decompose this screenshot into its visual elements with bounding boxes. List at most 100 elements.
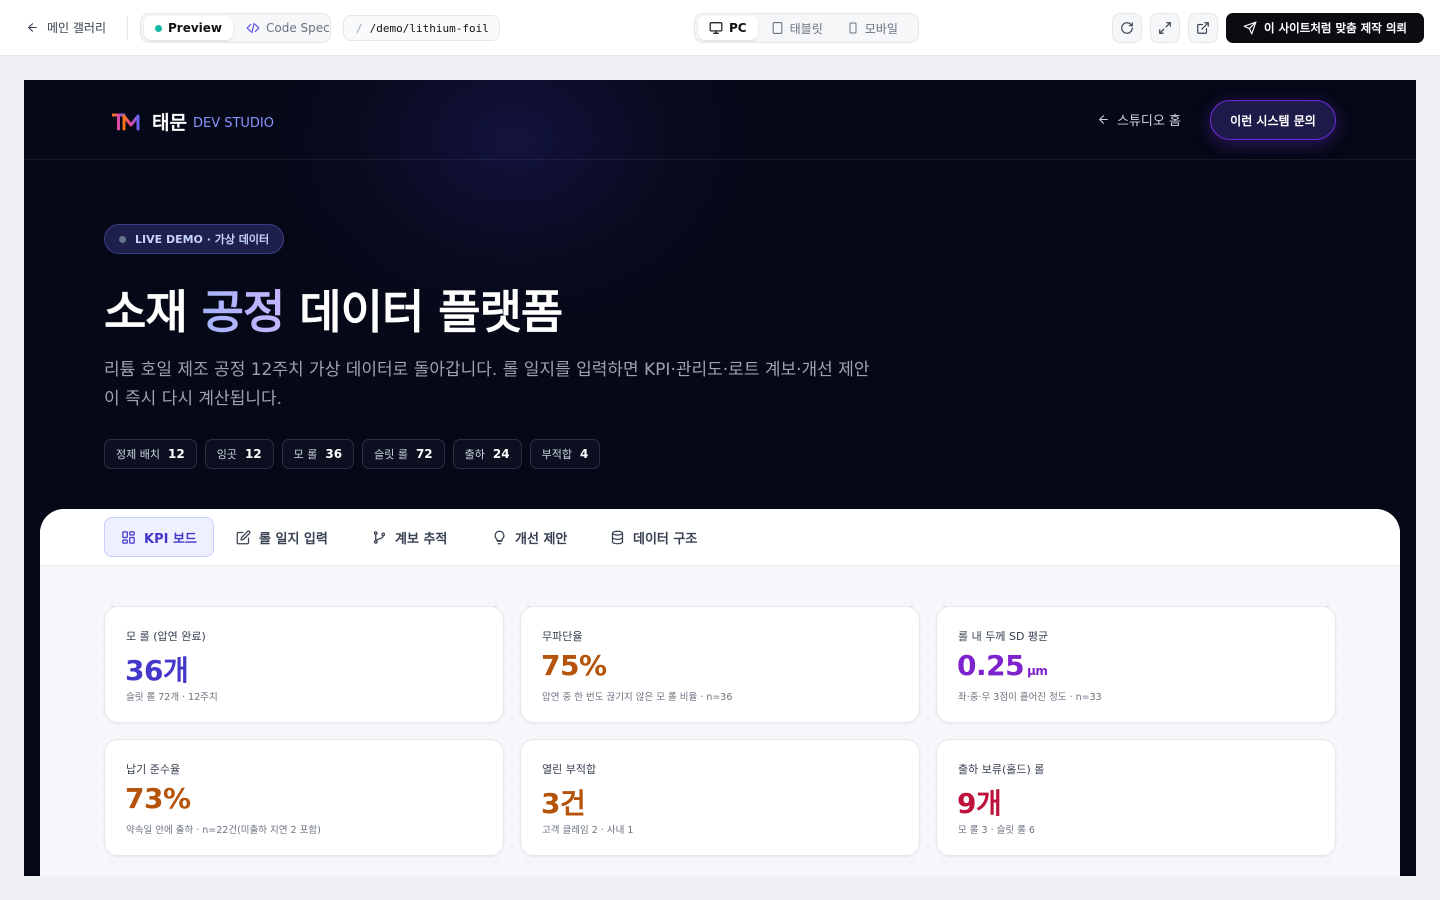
live-dot-icon: [155, 24, 162, 32]
stat-label: 부적합: [541, 448, 572, 461]
external-link-icon: [1197, 22, 1209, 34]
site-logo[interactable]: 태문 DEV STUDIO: [112, 108, 274, 135]
dashboard-tabs: KPI 보드 롤 일지 입력 계보 추적 개선 제안 데이터 구조: [40, 509, 1400, 566]
stat-value: 72: [415, 447, 433, 461]
back-to-gallery-link[interactable]: 메인 갤러리: [26, 19, 106, 36]
kpi-value: 9개: [957, 782, 1004, 822]
hero-title-part2: 데이터 플랫폼: [284, 285, 563, 339]
kpi-caption: 약속일 안에 출하 · n=22건(미출하 지연 2 포함): [126, 825, 321, 836]
stat-value: 4: [579, 447, 589, 461]
stat-chip: 출하 24: [452, 439, 522, 469]
inquiry-button[interactable]: 이런 시스템 문의: [1210, 100, 1336, 140]
custom-build-request-button[interactable]: 이 사이트처럼 맞춤 제작 의뢰: [1226, 13, 1424, 43]
url-path-display: / /demo/lithium-foil: [343, 15, 500, 41]
branch-icon: [373, 530, 386, 544]
monitor-icon: [709, 22, 723, 34]
open-new-tab-button[interactable]: [1188, 13, 1218, 43]
stat-chip: 부적합 4: [529, 439, 601, 469]
studio-home-link[interactable]: 스튜디오 홈: [1097, 110, 1181, 129]
tab-roll-log[interactable]: 롤 일지 입력: [220, 517, 344, 557]
tab-preview[interactable]: Preview: [144, 16, 234, 40]
logo-mark-icon: [112, 113, 140, 130]
stat-label: 출하: [464, 448, 485, 461]
tab-improvements[interactable]: 개선 제안: [476, 517, 583, 557]
tab-preview-label: Preview: [168, 21, 223, 35]
tablet-icon: [772, 22, 782, 34]
device-pc-label: PC: [729, 21, 747, 35]
live-demo-label: LIVE DEMO · 가상 데이터: [135, 233, 270, 246]
site-preview-frame: 태문 DEV STUDIO 스튜디오 홈 이런 시스템 문의 LIVE DEMO…: [24, 80, 1416, 876]
kpi-caption: 고객 클레임 2 · 사내 1: [542, 825, 634, 836]
stat-value: 12: [167, 447, 185, 461]
kpi-value-number: 73%: [125, 782, 191, 815]
kpi-label: 무파단율: [542, 630, 583, 643]
arrow-left-icon: [1099, 115, 1108, 124]
stat-label: 슬릿 롤: [374, 448, 408, 461]
kpi-value: 73%: [125, 782, 194, 815]
kpi-value: 3건: [541, 782, 588, 822]
arrow-left-icon: [28, 23, 37, 32]
kpi-value-number: 36개: [125, 654, 189, 687]
expand-icon: [1159, 22, 1171, 34]
code-icon: [246, 22, 260, 34]
stat-chip: 정제 배치 12: [104, 439, 197, 469]
tab-code-spec[interactable]: Code Spec: [235, 16, 341, 40]
smartphone-icon: [849, 22, 857, 34]
reload-button[interactable]: [1112, 13, 1142, 43]
kpi-card: 열린 부적합 3건 고객 클레임 2 · 사내 1: [520, 739, 920, 856]
kpi-caption: 압연 중 한 번도 끊기지 않은 모 롤 비율 · n=36: [542, 692, 733, 703]
url-path: /demo/lithium-foil: [369, 21, 489, 35]
stat-value: 24: [492, 447, 510, 461]
kpi-unit: μm: [1027, 664, 1048, 678]
database-icon: [611, 530, 624, 544]
hero-title-part1: 소재: [104, 285, 202, 339]
slash-icon: /: [356, 21, 363, 35]
kpi-caption: 좌·중·우 3점이 흩어진 정도 · n=33: [958, 692, 1102, 703]
kpi-label: 출하 보류(홀드) 롤: [958, 763, 1045, 776]
tab-code-spec-label: Code Spec: [266, 21, 330, 35]
kpi-value: 36개: [125, 649, 191, 689]
stat-label: 잉곳: [216, 448, 237, 461]
toolbar-divider: [127, 16, 128, 40]
stat-label: 모 롤: [293, 448, 318, 461]
device-tablet[interactable]: 태블릿: [760, 16, 834, 40]
device-pc[interactable]: PC: [698, 16, 758, 40]
kpi-card: 무파단율 75% 압연 중 한 번도 끊기지 않은 모 롤 비율 · n=36: [520, 606, 920, 723]
fullscreen-button[interactable]: [1150, 13, 1180, 43]
kpi-value-number: 9개: [957, 787, 1002, 820]
tab-kpi-board[interactable]: KPI 보드: [104, 517, 214, 557]
tab-data-structure-label: 데이터 구조: [633, 531, 698, 547]
device-mobile[interactable]: 모바일: [836, 16, 909, 40]
brand-subtitle: DEV STUDIO: [192, 115, 275, 131]
kpi-value-number: 0.25: [957, 649, 1025, 682]
tab-lineage[interactable]: 계보 추적: [356, 517, 463, 557]
inquiry-label: 이런 시스템 문의: [1230, 113, 1316, 128]
kpi-label: 열린 부적합: [542, 763, 597, 776]
dashboard-panel: KPI 보드 롤 일지 입력 계보 추적 개선 제안 데이터 구조 모 롤 (압…: [40, 509, 1400, 876]
device-switch: PC 태블릿 모바일: [694, 13, 919, 43]
kpi-value: 75%: [541, 649, 610, 682]
stat-chip: 슬릿 롤 72: [362, 439, 445, 469]
tab-data-structure[interactable]: 데이터 구조: [594, 517, 713, 557]
live-demo-badge: LIVE DEMO · 가상 데이터: [104, 224, 285, 254]
kpi-card: 출하 보류(홀드) 롤 9개 모 롤 3 · 슬릿 롤 6: [936, 739, 1336, 856]
kpi-value-number: 3건: [541, 787, 586, 820]
back-label: 메인 갤러리: [47, 21, 107, 35]
kpi-card: 롤 내 두께 SD 평균 0.25 μm 좌·중·우 3점이 흩어진 정도 · n…: [936, 606, 1336, 723]
grid-icon: [122, 530, 135, 544]
kpi-label: 모 롤 (압연 완료): [126, 630, 206, 643]
view-mode-switch: Preview Code Spec: [140, 13, 331, 43]
device-tablet-label: 태블릿: [789, 21, 823, 36]
brand-name: 태문: [152, 112, 187, 134]
stat-chip: 모 롤 36: [281, 439, 355, 469]
stat-value: 12: [244, 447, 262, 461]
preview-toolbar: 메인 갤러리 Preview Code Spec / /demo/lithium…: [0, 0, 1440, 56]
tab-roll-log-label: 롤 일지 입력: [259, 531, 328, 547]
kpi-grid: 모 롤 (압연 완료) 36개 슬릿 롤 72개 · 12주치 무파단율 75%…: [40, 566, 1400, 876]
site-header: 태문 DEV STUDIO 스튜디오 홈 이런 시스템 문의: [24, 80, 1416, 160]
kpi-card: 모 롤 (압연 완료) 36개 슬릿 롤 72개 · 12주치: [104, 606, 504, 723]
device-mobile-label: 모바일: [864, 21, 898, 36]
send-icon: [1243, 21, 1257, 35]
studio-home-label: 스튜디오 홈: [1117, 114, 1181, 129]
tab-improvements-label: 개선 제안: [515, 531, 568, 547]
